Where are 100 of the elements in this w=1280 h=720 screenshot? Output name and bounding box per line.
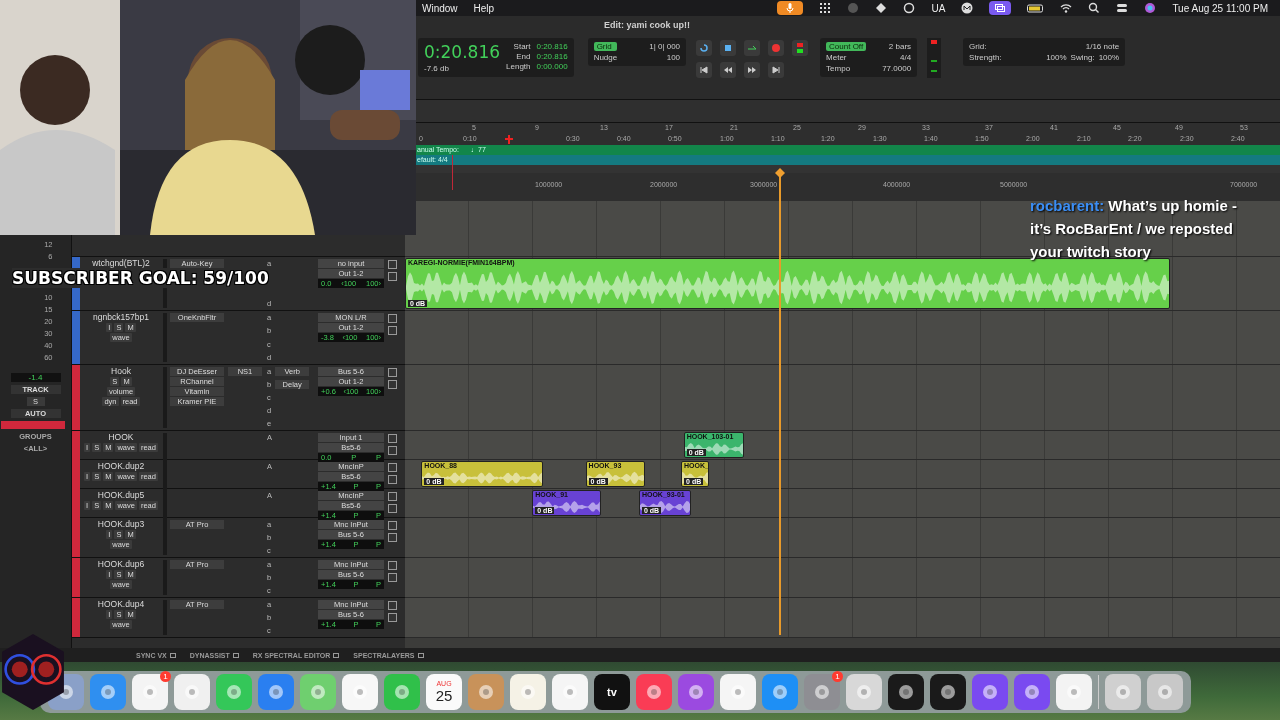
battery-icon[interactable] [1027,2,1045,14]
window-icon[interactable] [388,601,397,610]
circle-icon[interactable] [847,2,860,14]
tempo-label: Tempo [826,64,852,73]
window-icon[interactable] [388,314,397,323]
track-name[interactable]: HOOK.dup2 [97,461,145,471]
status-text[interactable]: UA [931,2,946,14]
list-icon[interactable] [388,326,397,335]
selection-value[interactable]: 0:20.816 [536,52,568,61]
track-name[interactable]: HOOK [108,432,134,442]
track-lane[interactable] [405,558,1280,598]
count-off-button[interactable]: Count Off [826,42,867,51]
go-start-icon [699,65,710,75]
track-name[interactable]: HOOK.dup5 [97,490,145,500]
grid-value[interactable]: 1| 0| 000 [649,42,681,51]
search-icon[interactable] [1088,2,1101,14]
ring-icon [518,682,538,702]
level-text: -7.6 db [424,64,450,73]
swing-value[interactable]: 100% [1098,53,1120,62]
app-icon[interactable] [888,674,924,710]
app-icon[interactable]: tv [594,674,630,710]
window-icon [333,652,340,658]
window-icon[interactable] [388,463,397,472]
screens-icon[interactable] [989,1,1012,15]
window-icon[interactable] [388,434,397,443]
meter-value[interactable]: 4/4 [899,53,912,62]
main-counter[interactable]: 0:20.816 [424,42,501,62]
window-icon[interactable] [388,521,397,530]
track-name[interactable]: ngnbck157bp1 [93,312,149,322]
menu-item[interactable]: Window [422,2,458,14]
strength-value[interactable]: 100% [1046,53,1067,62]
playhead-marker-icon[interactable] [775,168,785,178]
notification-badge: 1 [832,671,843,682]
ring-icon[interactable] [903,2,916,14]
app-icon[interactable]: 1 [804,674,840,710]
forward-icon [747,65,758,75]
marker-icon[interactable] [505,135,513,144]
tempo-value[interactable]: 77.0000 [882,64,912,73]
go-start-button[interactable] [696,62,713,78]
fader-value[interactable]: -1.4 [10,373,61,382]
diamond-icon[interactable] [875,2,888,14]
menu-item[interactable]: Help [473,2,495,14]
list-icon[interactable] [388,613,397,622]
wifi-icon[interactable] [1060,2,1073,14]
rewind-button[interactable] [720,62,737,78]
microphone-icon[interactable] [777,1,804,15]
ring-icon [224,682,244,702]
grid-note-value[interactable]: 1/16 note [1085,42,1120,51]
record-button[interactable] [768,40,785,56]
selection-value[interactable]: 0:20.816 [536,42,568,51]
selection-label: Length [506,62,531,71]
rewind-icon [723,65,734,75]
track-lane[interactable] [405,311,1280,365]
window-icon[interactable] [388,260,397,269]
ring-icon [644,682,664,702]
list-icon[interactable] [388,446,397,455]
list-icon[interactable] [388,533,397,542]
selection-label: Start [513,42,531,51]
track-name[interactable]: wtchgnd(BTL)2 [92,258,150,268]
loop-button[interactable] [696,40,713,56]
ring-icon [1064,682,1084,702]
app-icon[interactable]: 1 [132,674,168,710]
track-name[interactable]: HOOK.dup4 [97,599,145,609]
stop-icon [723,43,734,53]
list-icon[interactable] [388,475,397,484]
grid-mode-button[interactable]: Grid [593,42,618,51]
app-icon[interactable] [930,674,966,710]
track-name[interactable]: HOOK.dup6 [97,559,145,569]
ring-icon [770,682,790,702]
track-lane[interactable] [405,518,1280,558]
ring-icon [1155,682,1175,702]
window-icon[interactable] [388,368,397,377]
play-button[interactable] [744,40,761,56]
m-circle-icon[interactable] [961,2,974,14]
status-light-icon[interactable] [792,40,809,56]
track-name[interactable]: Hook [111,366,131,376]
list-icon[interactable] [388,380,397,389]
subscriber-goal-text: SUBSCRIBER GOAL: 59/100 [12,268,269,288]
nudge-label: Nudge [593,53,618,62]
list-icon[interactable] [388,272,397,281]
track-name[interactable]: HOOK.dup3 [97,519,145,529]
orb-icon[interactable] [1144,2,1157,14]
go-end-button[interactable] [768,62,785,78]
toggles-icon[interactable] [1116,2,1129,14]
nudge-value[interactable]: 100 [666,53,681,62]
go-end-icon [771,65,782,75]
ring-icon [896,682,916,702]
window-icon[interactable] [388,561,397,570]
ring-icon [182,682,202,702]
grid-icon[interactable] [819,2,832,14]
track-lane[interactable] [405,598,1280,638]
clock-text[interactable]: Tue Aug 25 11:00 PM [1172,2,1268,14]
selection-value[interactable]: 0:00.000 [536,62,568,71]
track-lane[interactable] [405,365,1280,431]
list-icon[interactable] [388,504,397,513]
count-bars[interactable]: 2 bars [888,42,912,51]
stop-button[interactable] [720,40,737,56]
list-icon[interactable] [388,573,397,582]
window-icon[interactable] [388,492,397,501]
forward-button[interactable] [744,62,761,78]
